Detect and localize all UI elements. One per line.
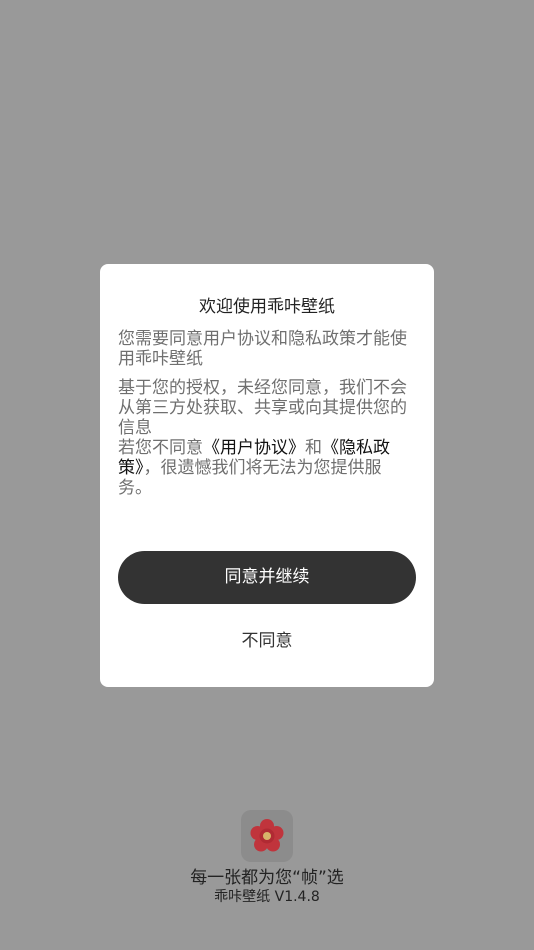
privacy-consent-dialog: 欢迎使用乖咔壁纸 您需要同意用户协议和隐私政策才能使用乖咔壁纸 基于您的授权，未… xyxy=(100,264,434,687)
dialog-title: 欢迎使用乖咔壁纸 xyxy=(199,297,335,317)
app-logo xyxy=(241,810,293,862)
app-slogan: 每一张都为您“帧”选 xyxy=(190,868,344,888)
agree-continue-button[interactable]: 同意并继续 xyxy=(118,551,416,604)
disagree-notice-suffix: ，很遗憾我们将无法为您提供服务。 xyxy=(118,458,382,498)
disagree-button[interactable]: 不同意 xyxy=(100,626,434,656)
disagree-notice-prefix: 若您不同意 xyxy=(118,438,203,458)
dialog-body: 您需要同意用户协议和隐私政策才能使用乖咔壁纸 基于您的授权，未经您同意，我们不会… xyxy=(118,329,414,498)
disagree-notice-paragraph: 若您不同意《用户协议》和《隐私政策》，很遗憾我们将无法为您提供服务。 xyxy=(118,438,414,498)
and-word: 和 xyxy=(305,438,322,458)
user-agreement-link[interactable]: 《用户协议》 xyxy=(203,438,305,458)
consent-paragraph: 您需要同意用户协议和隐私政策才能使用乖咔壁纸 xyxy=(118,329,407,369)
authorization-paragraph: 基于您的授权，未经您同意，我们不会从第三方处获取、共享或向其提供您的信息 xyxy=(118,378,407,438)
flower-icon xyxy=(250,819,284,852)
app-version: 乖咔壁纸 V1.4.8 xyxy=(214,889,320,905)
